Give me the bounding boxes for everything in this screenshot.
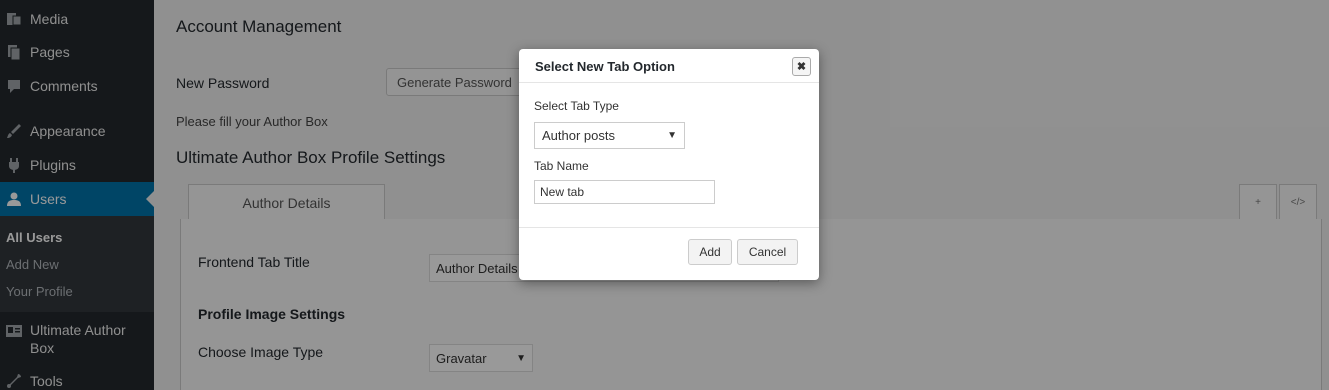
dialog-footer-divider (519, 227, 819, 228)
new-tab-dialog: Select New Tab Option ✖ Select Tab Type … (519, 49, 819, 280)
add-button[interactable]: Add (688, 239, 732, 265)
dialog-title: Select New Tab Option (535, 59, 675, 74)
close-icon[interactable]: ✖ (792, 57, 811, 76)
tab-type-label: Select Tab Type (534, 99, 619, 113)
tab-name-label: Tab Name (534, 159, 589, 173)
tab-type-value: Author posts (542, 128, 615, 143)
dialog-header-divider (519, 82, 819, 83)
tab-name-input[interactable]: New tab (534, 180, 715, 204)
chevron-down-icon: ▼ (667, 130, 677, 141)
cancel-button[interactable]: Cancel (737, 239, 798, 265)
tab-type-select[interactable]: Author posts ▼ (534, 122, 685, 149)
